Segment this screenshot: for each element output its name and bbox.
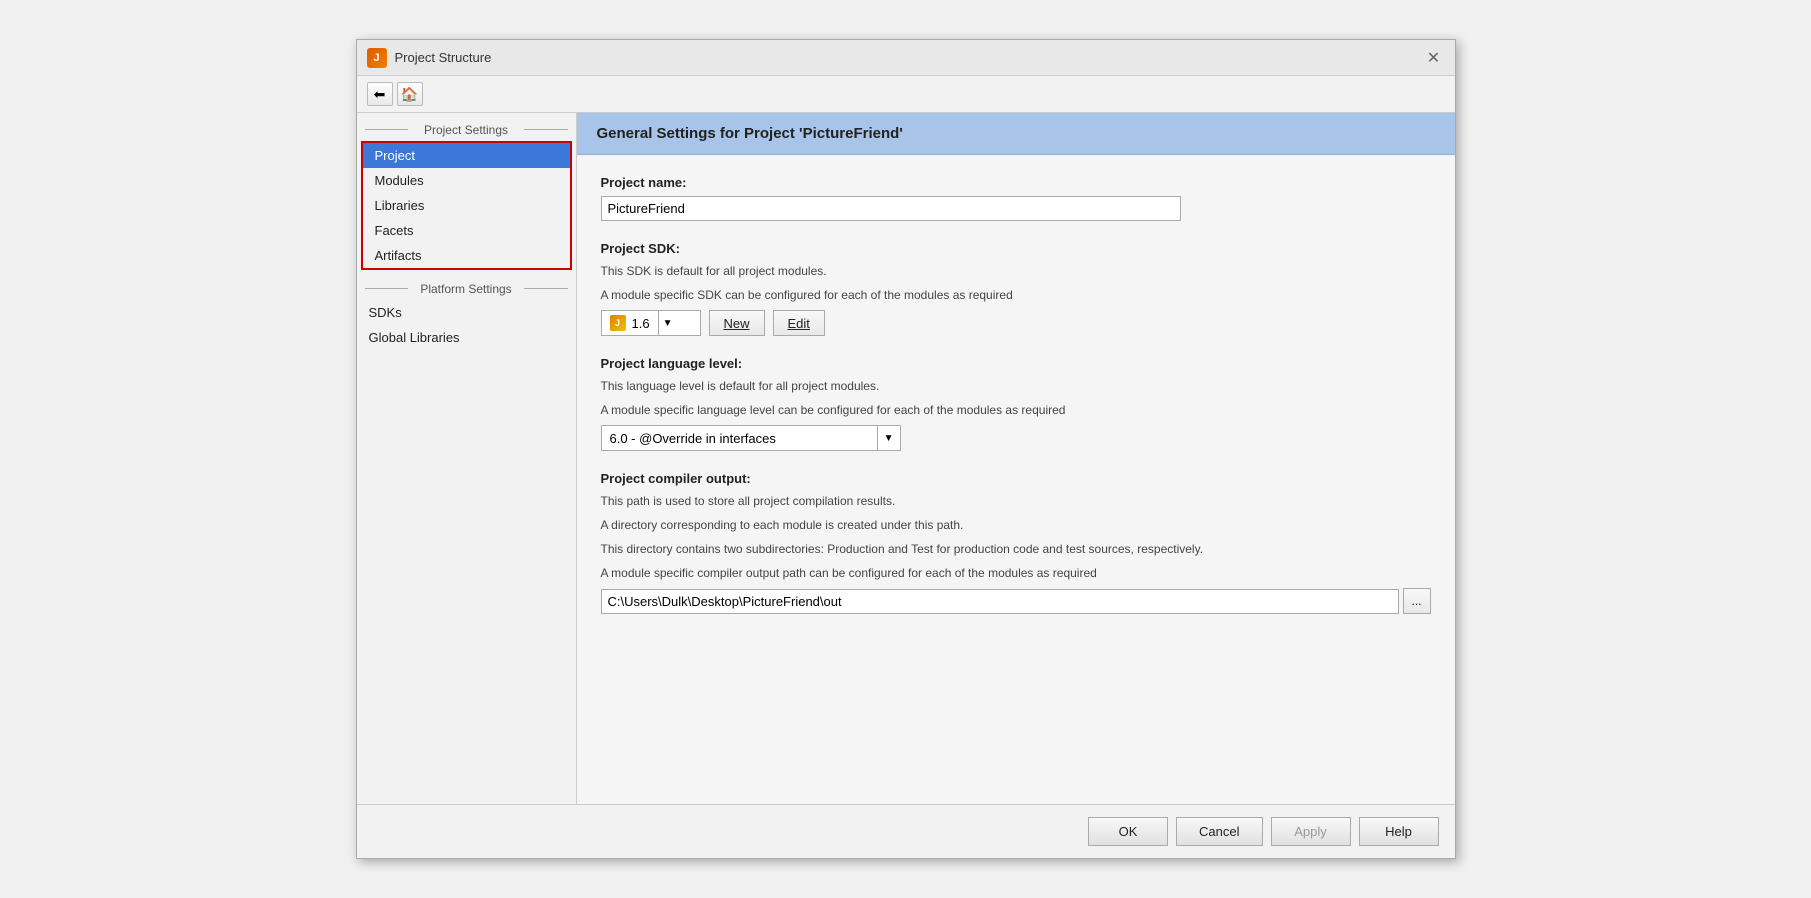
java-sdk-icon: J <box>610 315 626 331</box>
sdk-edit-button[interactable]: Edit <box>773 310 825 336</box>
sidebar-item-global-libraries[interactable]: Global Libraries <box>357 325 576 350</box>
platform-settings-section-label: Platform Settings <box>357 276 576 300</box>
browse-icon: ... <box>1411 594 1421 608</box>
project-settings-group: Project Modules Libraries Facets Artifac… <box>361 141 572 270</box>
back-icon: ⬅ <box>374 86 386 103</box>
project-compiler-label: Project compiler output: <box>601 471 1431 486</box>
project-compiler-section: Project compiler output: This path is us… <box>601 471 1431 614</box>
sidebar-item-libraries[interactable]: Libraries <box>363 193 570 218</box>
sidebar-item-project[interactable]: Project <box>363 143 570 168</box>
project-name-label: Project name: <box>601 175 1431 190</box>
project-compiler-desc1: This path is used to store all project c… <box>601 492 1431 510</box>
project-settings-section-label: Project Settings <box>357 117 576 141</box>
project-sdk-label: Project SDK: <box>601 241 1431 256</box>
sidebar-item-sdks[interactable]: SDKs <box>357 300 576 325</box>
project-language-section: Project language level: This language le… <box>601 356 1431 451</box>
sidebar: Project Settings Project Modules Librari… <box>357 113 577 804</box>
help-button[interactable]: Help <box>1359 817 1439 846</box>
main-header: General Settings for Project 'PictureFri… <box>577 113 1455 155</box>
compiler-output-row: ... <box>601 588 1431 614</box>
sidebar-item-artifacts[interactable]: Artifacts <box>363 243 570 268</box>
project-language-label: Project language level: <box>601 356 1431 371</box>
app-icon: J <box>367 48 387 68</box>
project-language-desc2: A module specific language level can be … <box>601 401 1431 419</box>
cancel-button[interactable]: Cancel <box>1176 817 1262 846</box>
language-level-dropdown[interactable]: 6.0 - @Override in interfaces ▼ <box>601 425 901 451</box>
title-bar-left: J Project Structure <box>367 48 492 68</box>
toolbar: ⬅ 🏠 <box>357 76 1455 113</box>
home-button[interactable]: 🏠 <box>397 82 423 106</box>
apply-button[interactable]: Apply <box>1271 817 1351 846</box>
project-language-desc1: This language level is default for all p… <box>601 377 1431 395</box>
home-icon: 🏠 <box>401 86 418 103</box>
back-button[interactable]: ⬅ <box>367 82 393 106</box>
language-level-arrow-icon: ▼ <box>877 426 900 450</box>
sdk-new-button[interactable]: New <box>709 310 765 336</box>
project-compiler-desc4: A module specific compiler output path c… <box>601 564 1431 582</box>
sidebar-item-modules[interactable]: Modules <box>363 168 570 193</box>
window-title: Project Structure <box>395 50 492 65</box>
project-name-input[interactable] <box>601 196 1181 221</box>
browse-button[interactable]: ... <box>1403 588 1431 614</box>
sidebar-item-facets[interactable]: Facets <box>363 218 570 243</box>
sdk-dropdown-arrow[interactable]: ▼ <box>658 311 677 335</box>
project-sdk-desc2: A module specific SDK can be configured … <box>601 286 1431 304</box>
compiler-output-input[interactable] <box>601 589 1399 614</box>
language-level-value: 6.0 - @Override in interfaces <box>602 429 877 448</box>
project-compiler-desc2: A directory corresponding to each module… <box>601 516 1431 534</box>
main-content: General Settings for Project 'PictureFri… <box>577 113 1455 804</box>
footer: OK Cancel Apply Help <box>357 804 1455 858</box>
project-compiler-desc3: This directory contains two subdirectori… <box>601 540 1431 558</box>
title-bar: J Project Structure ✕ <box>357 40 1455 76</box>
sdk-version-label: 1.6 <box>632 316 650 331</box>
project-sdk-section: Project SDK: This SDK is default for all… <box>601 241 1431 336</box>
sdk-row: J 1.6 ▼ New Edit <box>601 310 1431 336</box>
project-structure-dialog: J Project Structure ✕ ⬅ 🏠 Project Settin… <box>356 39 1456 859</box>
content-area: Project Settings Project Modules Librari… <box>357 113 1455 804</box>
project-sdk-desc1: This SDK is default for all project modu… <box>601 262 1431 280</box>
close-button[interactable]: ✕ <box>1423 47 1445 69</box>
sdk-dropdown[interactable]: J 1.6 ▼ <box>601 310 701 336</box>
main-body: Project name: Project SDK: This SDK is d… <box>577 155 1455 804</box>
project-name-section: Project name: <box>601 175 1431 221</box>
ok-button[interactable]: OK <box>1088 817 1168 846</box>
